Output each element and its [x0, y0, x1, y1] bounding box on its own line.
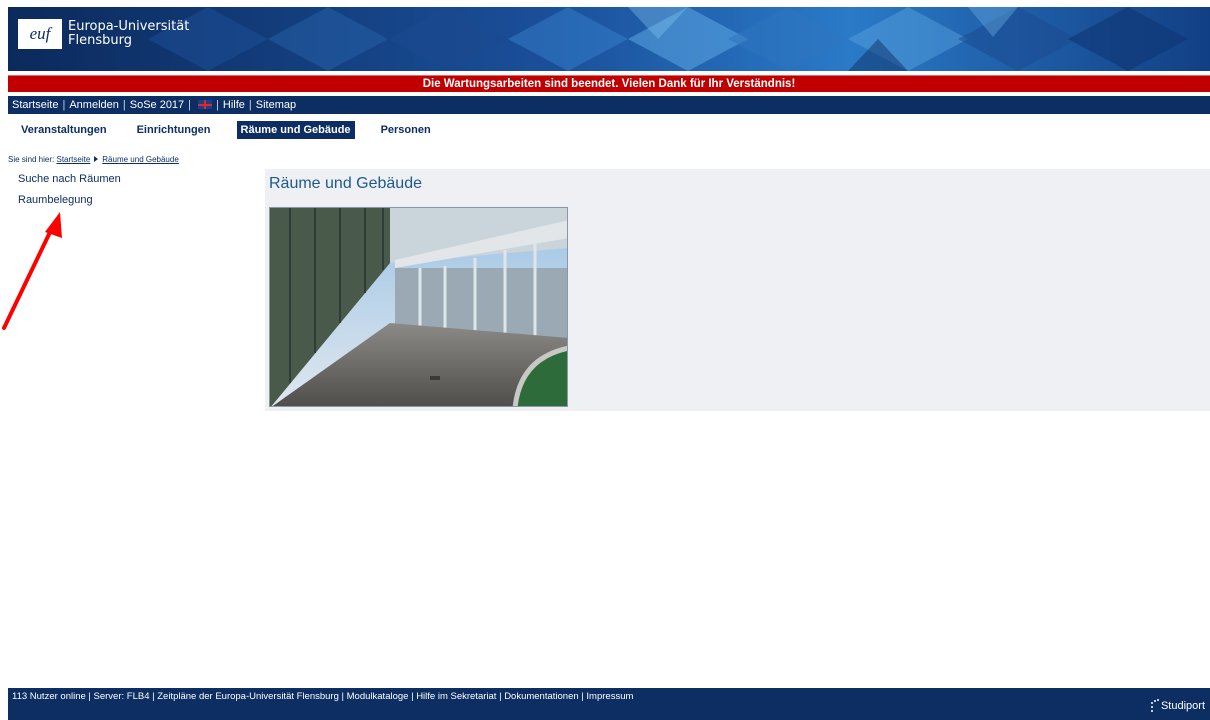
footer-link-imprint[interactable]: Impressum	[586, 691, 633, 702]
annotation-arrow-icon	[2, 212, 62, 330]
tab-raeume-und-gebaeude[interactable]: Räume und Gebäude	[236, 121, 355, 139]
studiport-dots-icon	[1150, 699, 1160, 713]
top-navbar: Startseite | Anmelden | SoSe 2017 | | Hilfe | Sit…	[8, 96, 1210, 114]
footer-link-secretariat-help[interactable]: Hilfe im Sekretariat	[416, 691, 496, 702]
sidebar: Suche nach Räumen Raumbelegung	[18, 173, 121, 215]
separator: |	[152, 691, 155, 702]
studiport-logo[interactable]: Studiport	[1150, 699, 1205, 713]
page-title: Räume und Gebäude	[269, 175, 422, 192]
site-header: euf Europa-Universität Flensburg	[8, 7, 1210, 71]
separator: |	[88, 691, 91, 702]
content-panel: Räume und Gebäude	[265, 169, 1210, 411]
separator: |	[581, 691, 584, 702]
nav-login-link[interactable]: Anmelden	[69, 99, 119, 111]
nav-home-link[interactable]: Startseite	[12, 99, 58, 111]
footer-link-documentation[interactable]: Dokumentationen	[504, 691, 578, 702]
breadcrumb-arrow-icon	[94, 156, 99, 162]
site-footer: 113 Nutzer online | Server: FLB4 | Zeitp…	[8, 688, 1210, 720]
breadcrumb-home-link[interactable]: Startseite	[56, 155, 90, 164]
main-navigation: Veranstaltungen Einrichtungen Räume und …	[17, 121, 457, 139]
nav-sitemap-link[interactable]: Sitemap	[256, 99, 296, 111]
footer-users-online: 113 Nutzer online	[12, 691, 86, 702]
tab-personen[interactable]: Personen	[377, 121, 435, 139]
studiport-wordmark: Studiport	[1160, 700, 1205, 712]
separator: |	[188, 99, 192, 111]
sidebar-item-room-search[interactable]: Suche nach Räumen	[18, 173, 121, 194]
uk-flag-icon[interactable]	[198, 100, 213, 109]
separator: |	[411, 691, 414, 702]
separator: |	[248, 99, 252, 111]
logo-line-2: Flensburg	[68, 33, 132, 48]
nav-help-link[interactable]: Hilfe	[223, 99, 245, 111]
footer-link-module-catalogs[interactable]: Modulkataloge	[347, 691, 409, 702]
footer-link-schedules[interactable]: Zeitpläne der Europa-Universität Flensbu…	[157, 691, 339, 702]
breadcrumb-current-link[interactable]: Räume und Gebäude	[102, 155, 179, 164]
separator: |	[216, 99, 219, 111]
separator: |	[341, 691, 344, 702]
tab-veranstaltungen[interactable]: Veranstaltungen	[17, 121, 111, 139]
separator: |	[122, 99, 126, 111]
breadcrumb-prefix: Sie sind hier:	[8, 155, 55, 164]
breadcrumb: Sie sind hier: Startseite Räume und Gebäu…	[8, 155, 179, 164]
logo-line-1: Europa-Universität	[68, 19, 190, 34]
semester-selector[interactable]: SoSe 2017	[130, 99, 184, 111]
university-logo[interactable]: euf Europa-Universität Flensburg	[18, 19, 189, 49]
photo-illustration	[270, 208, 567, 406]
top-strip	[0, 0, 1210, 7]
logo-text: Europa-Universität Flensburg	[68, 20, 189, 48]
tab-einrichtungen[interactable]: Einrichtungen	[133, 121, 215, 139]
footer-server: Server: FLB4	[93, 691, 150, 702]
logo-mark: euf	[18, 19, 62, 49]
separator: |	[62, 99, 66, 111]
campus-building-photo	[269, 207, 568, 407]
maintenance-banner: Die Wartungsarbeiten sind beendet. Viele…	[8, 75, 1210, 92]
separator: |	[499, 691, 502, 702]
footer-links: 113 Nutzer online | Server: FLB4 | Zeitp…	[12, 691, 633, 702]
